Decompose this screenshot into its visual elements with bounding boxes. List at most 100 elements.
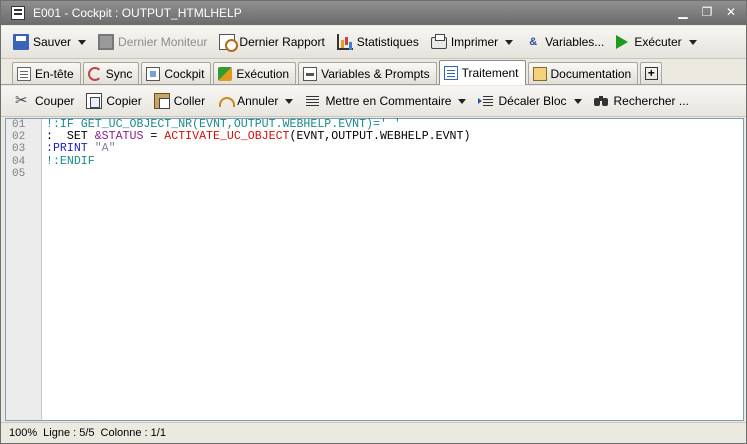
paste-button[interactable]: Coller: [150, 89, 209, 113]
variables-label: Variables...: [545, 35, 605, 49]
find-button[interactable]: Rechercher ...: [590, 89, 693, 113]
line-number: 03: [12, 143, 26, 156]
window-controls: ▁ ❐ ✕: [676, 5, 738, 19]
zoom-level: 100%: [9, 427, 38, 439]
statistics-button[interactable]: Statistiques: [333, 30, 423, 54]
add-tab-button[interactable]: +: [640, 62, 663, 84]
save-icon: [13, 34, 29, 50]
tab-header-label: En-tête: [35, 66, 74, 81]
last-monitor-button[interactable]: Dernier Moniteur: [94, 30, 211, 54]
cursor-line: Ligne : 5/5: [43, 427, 95, 439]
cursor-column: Colonne : 1/1: [100, 427, 166, 439]
comment-dropdown-icon[interactable]: [458, 98, 467, 104]
execute-button[interactable]: Exécuter: [612, 30, 700, 54]
print-button[interactable]: Imprimer: [427, 30, 517, 54]
comment-button[interactable]: Mettre en Commentaire: [301, 89, 470, 113]
shift-block-button[interactable]: Décaler Bloc: [474, 89, 585, 113]
restore-icon[interactable]: ❐: [700, 5, 714, 19]
code-token: :PRINT: [46, 142, 95, 156]
statistics-icon: [336, 34, 353, 50]
processing-icon: [443, 66, 458, 80]
code-token: ': [386, 118, 401, 131]
close-icon[interactable]: ✕: [724, 5, 738, 19]
tab-execution[interactable]: Exécution: [213, 62, 297, 84]
cockpit-window: E001 - Cockpit : OUTPUT_HTMLHELP ▁ ❐ ✕ S…: [0, 0, 747, 444]
code-area[interactable]: !:IF GET_UC_OBJECT_NR(EVNT,OUTPUT.WEBHEL…: [46, 118, 471, 180]
statistics-label: Statistiques: [356, 35, 419, 49]
indent-icon: [478, 93, 494, 109]
app-icon: [11, 6, 25, 20]
tab-header[interactable]: En-tête: [12, 62, 81, 84]
minimize-icon[interactable]: ▁: [676, 5, 690, 19]
binoculars-icon: [593, 93, 610, 109]
main-toolbar: Sauver Dernier Moniteur Dernier Rapport …: [1, 26, 746, 59]
code-token: =: [143, 130, 165, 144]
code-token: ACTIVATE_UC_OBJECT: [164, 130, 290, 144]
print-dropdown-icon[interactable]: [505, 39, 514, 45]
edit-toolbar: Couper Copier Coller Annuler Mettre en C…: [1, 86, 746, 117]
code-token: "A": [94, 142, 116, 156]
tab-variables-prompts[interactable]: Variables & Prompts: [298, 62, 437, 84]
code-line[interactable]: :PRINT "A": [46, 143, 470, 155]
comment-icon: [305, 93, 321, 109]
comment-label: Mettre en Commentaire: [325, 94, 452, 108]
line-number: 04: [12, 155, 26, 168]
line-number: 02: [12, 131, 26, 144]
window-title: E001 - Cockpit : OUTPUT_HTMLHELP: [33, 6, 242, 20]
documentation-icon: [532, 66, 547, 81]
tab-processing[interactable]: Traitement: [438, 60, 526, 85]
paste-label: Coller: [173, 94, 206, 108]
printer-icon: [430, 34, 447, 49]
header-tab-icon: [17, 66, 31, 81]
tab-execution-label: Exécution: [236, 66, 290, 81]
variables-prompts-icon: [303, 66, 318, 81]
title-bar: E001 - Cockpit : OUTPUT_HTMLHELP ▁ ❐ ✕: [1, 1, 746, 25]
execute-dropdown-icon[interactable]: [688, 39, 697, 45]
tab-documentation[interactable]: Documentation: [527, 62, 639, 84]
execution-icon: [218, 66, 233, 81]
script-editor[interactable]: 01 02 03 04 05 !:IF GET_UC_OBJECT_NR(EVNT,OU…: [5, 118, 744, 421]
find-label: Rechercher ...: [613, 94, 689, 108]
undo-label: Annuler: [237, 94, 279, 108]
tab-sync[interactable]: Sync: [82, 62, 140, 84]
report-icon: [219, 34, 239, 52]
tab-documentation-label: Documentation: [550, 66, 632, 81]
line-number: 05: [12, 167, 26, 180]
tab-variables-prompts-label: Variables & Prompts: [321, 66, 430, 81]
tab-bar: En-tête Sync Cockpit Exécution Variables…: [1, 59, 746, 85]
cut-button[interactable]: Couper: [11, 89, 78, 113]
last-report-button[interactable]: Dernier Rapport: [215, 30, 328, 54]
shift-block-label: Décaler Bloc: [498, 94, 567, 108]
code-line[interactable]: [46, 168, 470, 180]
undo-button[interactable]: Annuler: [213, 89, 297, 113]
save-button[interactable]: Sauver: [9, 30, 90, 54]
tab-processing-label: Traitement: [461, 66, 519, 80]
save-dropdown-icon[interactable]: [78, 39, 87, 45]
undo-icon: [217, 93, 236, 109]
save-label: Sauver: [33, 35, 72, 49]
tab-sync-label: Sync: [105, 66, 133, 81]
code-token: &STATUS: [94, 130, 144, 144]
copy-label: Copier: [106, 94, 142, 108]
copy-button[interactable]: Copier: [82, 89, 145, 113]
tab-cockpit-label: Cockpit: [164, 66, 205, 81]
code-line[interactable]: !:ENDIF: [46, 154, 470, 168]
execute-label: Exécuter: [634, 35, 682, 49]
paste-icon: [153, 93, 170, 109]
print-label: Imprimer: [450, 35, 499, 49]
cockpit-icon: [146, 66, 161, 81]
play-icon: [616, 35, 629, 49]
line-number: 01: [12, 119, 26, 131]
variables-button[interactable]: & Variables...: [521, 30, 608, 54]
line-number-gutter: 01 02 03 04 05: [6, 119, 42, 420]
code-token: (EVNT,OUTPUT.WEBHELP.EVNT): [289, 130, 471, 144]
last-monitor-label: Dernier Moniteur: [118, 35, 208, 49]
last-report-label: Dernier Rapport: [239, 35, 325, 49]
sync-icon: [87, 66, 102, 81]
shift-block-dropdown-icon[interactable]: [573, 98, 582, 104]
code-token: !:ENDIF: [46, 154, 95, 168]
code-token: !:IF GET_UC_OBJECT_NR(EVNT,OUTPUT.WEBHEL…: [46, 118, 387, 131]
variables-icon: &: [529, 36, 538, 48]
undo-dropdown-icon[interactable]: [285, 98, 294, 104]
tab-cockpit[interactable]: Cockpit: [141, 62, 212, 84]
